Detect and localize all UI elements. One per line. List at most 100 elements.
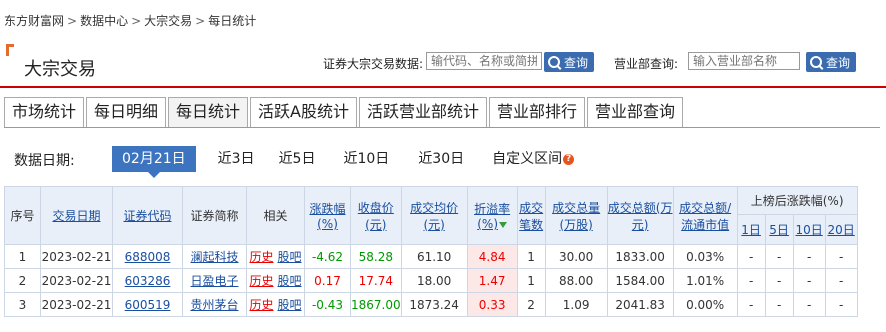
tab-branch-query[interactable]: 营业部查询 xyxy=(587,97,684,127)
stock-query-button-label: 查询 xyxy=(564,55,589,70)
col-header-close[interactable]: 收盘价(元) xyxy=(350,186,402,245)
col-header-avg-price[interactable]: 成交均价(元) xyxy=(400,186,468,245)
date-option-3d[interactable]: 近3日 xyxy=(218,146,255,172)
help-icon[interactable]: ? xyxy=(563,153,575,165)
col-header-premium[interactable]: 折溢率(%) xyxy=(466,186,518,245)
cell-code[interactable]: 603286 xyxy=(112,268,183,293)
cell-after-20d: - xyxy=(824,292,858,317)
history-link[interactable]: 历史 xyxy=(249,298,273,312)
cell-after-5d: - xyxy=(764,244,794,269)
tab-active-branches[interactable]: 活跃营业部统计 xyxy=(359,97,488,127)
cell-ratio: 0.03% xyxy=(672,244,738,269)
dept-query-button-label: 查询 xyxy=(826,55,851,70)
cell-deals: 2 xyxy=(516,292,546,317)
sort-desc-icon xyxy=(499,221,507,228)
col-header-code-label: 证券代码 xyxy=(123,209,172,223)
dept-query-input[interactable] xyxy=(688,52,800,70)
tab-active-a-shares[interactable]: 活跃A股统计 xyxy=(250,97,357,127)
forum-link[interactable]: 股吧 xyxy=(278,250,302,264)
table-row: 2 2023-02-21 603286 日盈电子 历史 股吧 0.17 17.74… xyxy=(4,268,858,293)
col-header-date[interactable]: 交易日期 xyxy=(40,186,113,245)
col-header-ratio-label: 成交总额/流通市值 xyxy=(679,200,732,232)
col-header-volume[interactable]: 成交总量(万股) xyxy=(544,186,608,245)
tab-market-stats[interactable]: 市场统计 xyxy=(4,97,85,127)
breadcrumb-separator: > xyxy=(195,14,206,28)
col-header-after: 上榜后涨跌幅(%) xyxy=(736,186,858,215)
breadcrumb-block-trade[interactable]: 大宗交易 xyxy=(144,14,192,28)
col-header-avg-price-label: 成交均价(元) xyxy=(410,200,459,232)
date-option-10d[interactable]: 近10日 xyxy=(343,146,389,172)
stock-name-link[interactable]: 贵州茅台 xyxy=(190,298,238,312)
col-header-related: 相关 xyxy=(246,186,305,245)
cell-after-10d: - xyxy=(792,268,826,293)
col-header-date-label: 交易日期 xyxy=(52,209,101,223)
col-header-change-label: 涨跌幅(%) xyxy=(309,202,346,231)
tab-daily-stats[interactable]: 每日统计 xyxy=(168,97,249,127)
cell-seq: 3 xyxy=(4,292,41,317)
col-header-after-5d[interactable]: 5日 xyxy=(764,214,794,245)
stock-code-link[interactable]: 600519 xyxy=(125,298,171,312)
cell-after-1d: - xyxy=(736,268,766,293)
stock-name-link[interactable]: 日盈电子 xyxy=(190,274,238,288)
cell-volume: 88.00 xyxy=(544,268,608,293)
tab-daily-detail[interactable]: 每日明细 xyxy=(86,97,167,127)
stock-code-link[interactable]: 603286 xyxy=(125,274,171,288)
cell-date: 2023-02-21 xyxy=(40,244,113,269)
stock-query-button[interactable]: 查询 xyxy=(544,52,595,72)
table-row: 1 2023-02-21 688008 澜起科技 历史 股吧 -4.62 58.2… xyxy=(4,244,858,269)
cell-premium: 1.47 xyxy=(466,268,518,293)
cell-avg-price: 1873.24 xyxy=(400,292,468,317)
cell-code[interactable]: 600519 xyxy=(112,292,183,317)
col-header-amount[interactable]: 成交总额(万元) xyxy=(606,186,674,245)
cell-avg-price: 61.10 xyxy=(400,244,468,269)
cell-premium: 0.33 xyxy=(466,292,518,317)
dept-query-label: 营业部查询: xyxy=(614,57,679,71)
date-option-custom[interactable]: 自定义区间? xyxy=(492,146,575,172)
col-header-after-20d[interactable]: 20日 xyxy=(824,214,858,245)
col-header-ratio[interactable]: 成交总额/流通市值 xyxy=(672,186,738,245)
col-header-after-10d-label: 10日 xyxy=(795,223,823,237)
date-option-today[interactable]: 02月21日 xyxy=(112,146,196,178)
cell-amount: 2041.83 xyxy=(606,292,674,317)
stock-code-link[interactable]: 688008 xyxy=(125,250,171,264)
date-option-30d[interactable]: 近30日 xyxy=(418,146,464,172)
breadcrumb-data-center[interactable]: 数据中心 xyxy=(80,14,128,28)
col-header-code[interactable]: 证券代码 xyxy=(112,186,183,245)
cell-code[interactable]: 688008 xyxy=(112,244,183,269)
stock-query-input[interactable] xyxy=(426,52,542,70)
col-header-after-5d-label: 5日 xyxy=(769,223,789,237)
cell-seq: 1 xyxy=(4,244,41,269)
col-header-change[interactable]: 涨跌幅(%) xyxy=(304,186,351,245)
cell-amount: 1584.00 xyxy=(606,268,674,293)
col-header-name: 证券简称 xyxy=(182,186,247,245)
col-header-after-1d[interactable]: 1日 xyxy=(736,214,766,245)
cell-after-1d: - xyxy=(736,292,766,317)
col-header-deals[interactable]: 成交笔数 xyxy=(516,186,546,245)
cell-close: 58.28 xyxy=(350,244,402,269)
cell-volume: 30.00 xyxy=(544,244,608,269)
col-header-volume-label: 成交总量(万股) xyxy=(552,200,601,232)
history-link[interactable]: 历史 xyxy=(249,274,273,288)
tab-branch-ranking[interactable]: 营业部排行 xyxy=(489,97,586,127)
forum-link[interactable]: 股吧 xyxy=(278,298,302,312)
breadcrumb-separator: > xyxy=(131,14,142,28)
cell-name[interactable]: 贵州茅台 xyxy=(182,292,247,317)
cell-after-20d: - xyxy=(824,244,858,269)
cell-deals: 1 xyxy=(516,268,546,293)
stock-name-link[interactable]: 澜起科技 xyxy=(190,250,238,264)
corner-accent-icon xyxy=(6,44,14,47)
cell-name[interactable]: 澜起科技 xyxy=(182,244,247,269)
breadcrumb-home[interactable]: 东方财富网 xyxy=(4,14,64,28)
cell-deals: 1 xyxy=(516,244,546,269)
dept-query-button[interactable]: 查询 xyxy=(806,52,857,72)
forum-link[interactable]: 股吧 xyxy=(278,274,302,288)
cell-after-5d: - xyxy=(764,292,794,317)
history-link[interactable]: 历史 xyxy=(249,250,273,264)
date-option-5d[interactable]: 近5日 xyxy=(279,146,316,172)
cell-amount: 1833.00 xyxy=(606,244,674,269)
col-header-after-10d[interactable]: 10日 xyxy=(792,214,826,245)
date-filter-options: 02月21日 近3日 近5日 近10日 近30日 自定义区间? xyxy=(112,146,575,178)
cell-name[interactable]: 日盈电子 xyxy=(182,268,247,293)
search-icon xyxy=(810,56,822,68)
date-filter-label: 数据日期: xyxy=(14,153,75,169)
